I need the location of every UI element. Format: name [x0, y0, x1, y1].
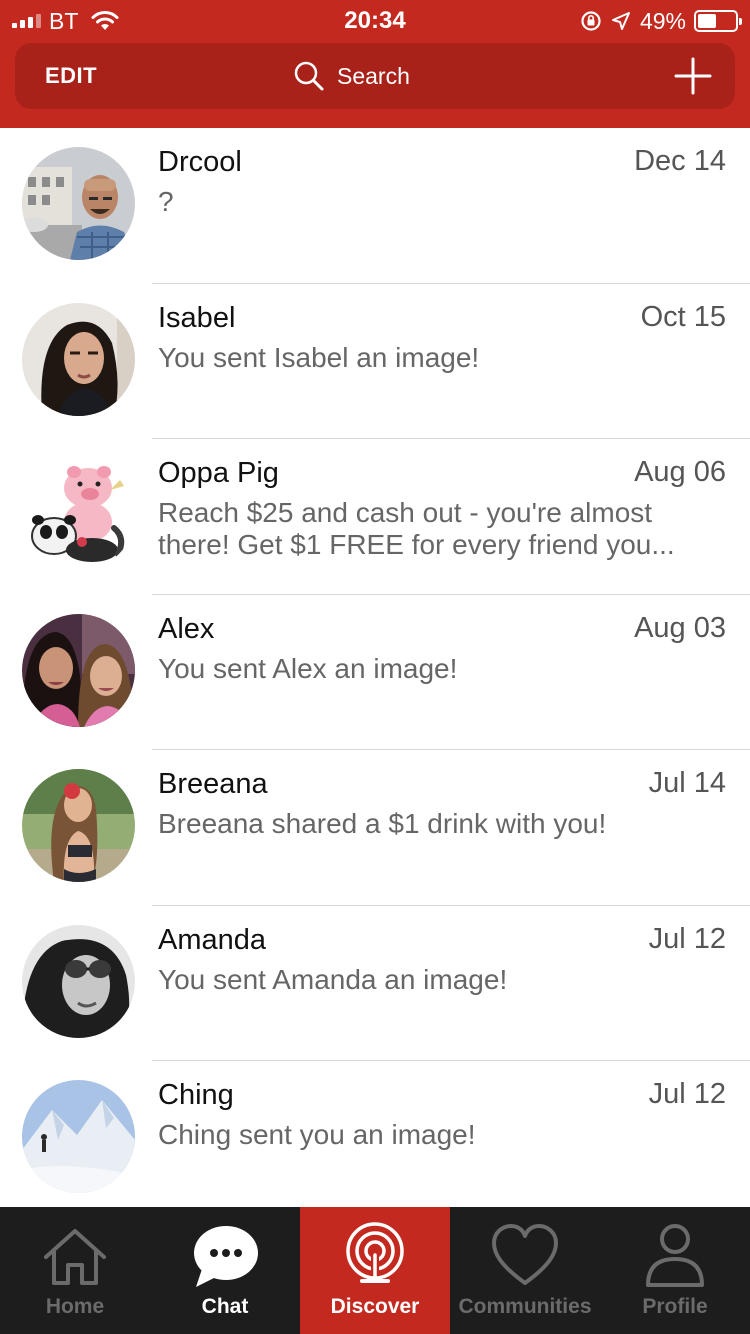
avatar — [22, 613, 135, 727]
chat-name: Ching — [158, 1079, 234, 1111]
battery-icon — [694, 10, 742, 32]
tab-communities[interactable]: Communities — [450, 1207, 600, 1334]
plus-icon[interactable] — [673, 56, 713, 96]
search-label: Search — [337, 62, 410, 89]
chat-preview: ? — [158, 186, 174, 217]
chat-row-drcool[interactable]: Drcool Dec 14 ? — [0, 128, 750, 284]
edit-button[interactable]: EDIT — [45, 43, 97, 109]
chat-date: Aug 03 — [634, 611, 726, 644]
avatar — [22, 458, 135, 571]
avatar — [22, 1080, 135, 1193]
chat-name: Amanda — [158, 923, 267, 956]
chat-preview: You sent Isabel an image! — [158, 341, 480, 373]
tab-chat[interactable]: Chat — [150, 1207, 300, 1334]
tab-label: Discover — [330, 1295, 420, 1318]
status-bar: BT 20:34 49% — [0, 0, 750, 42]
chat-row-ching[interactable]: Ching Jul 12 Ching sent you an image! — [0, 1061, 750, 1207]
chat-row-alex[interactable]: Alex Aug 03 You sent Alex an image! — [0, 595, 750, 750]
chat-name: Isabel — [158, 301, 236, 334]
heart-icon — [492, 1224, 558, 1285]
chat-bubble-icon — [194, 1226, 258, 1287]
chat-row-oppa-pig[interactable]: Oppa Pig Aug 06 Reach $25 and cash out -… — [0, 439, 750, 595]
orientation-lock-icon — [581, 11, 601, 31]
avatar — [22, 147, 135, 260]
chat-preview: You sent Alex an image! — [158, 652, 458, 684]
tab-discover[interactable]: Discover — [300, 1207, 450, 1334]
chat-name: Breeana — [158, 768, 268, 800]
tab-label: Profile — [642, 1295, 708, 1318]
search-button[interactable]: Search — [293, 43, 410, 109]
tab-label: Home — [45, 1295, 105, 1318]
chat-row-isabel[interactable]: Isabel Oct 15 You sent Isabel an image! — [0, 284, 750, 439]
chat-date: Oct 15 — [640, 300, 726, 333]
avatar — [22, 302, 135, 416]
status-right: 49% — [580, 6, 742, 36]
chat-preview: Ching sent you an image! — [158, 1119, 476, 1150]
tab-bar: Home Chat Discover Communities Profile — [0, 1207, 750, 1334]
chat-preview: Breeana shared a $1 drink with you! — [158, 808, 607, 839]
chat-preview: You sent Amanda an image! — [158, 963, 508, 995]
chat-list: Drcool Dec 14 ? Isabel Oct 15 You sent I… — [0, 128, 750, 1207]
home-icon — [44, 1229, 106, 1285]
chat-name: Alex — [158, 612, 215, 645]
nav-bar: EDIT Search — [15, 43, 735, 109]
app-header: BT 20:34 49% EDIT Search — [0, 0, 750, 128]
tab-profile[interactable]: Profile — [600, 1207, 750, 1334]
broadcast-icon — [346, 1222, 404, 1283]
person-icon — [646, 1224, 704, 1287]
tab-label: Chat — [201, 1295, 249, 1318]
chat-date: Dec 14 — [634, 145, 726, 177]
avatar — [22, 924, 135, 1038]
location-arrow-icon — [611, 12, 630, 30]
search-icon — [294, 61, 324, 91]
tab-home[interactable]: Home — [0, 1207, 150, 1334]
chat-name: Oppa Pig — [158, 457, 279, 489]
chat-date: Jul 12 — [648, 922, 726, 955]
chat-row-breeana[interactable]: Breeana Jul 14 Breeana shared a $1 drink… — [0, 750, 750, 906]
chat-date: Jul 14 — [648, 767, 726, 799]
avatar — [22, 769, 135, 882]
chat-row-amanda[interactable]: Amanda Jul 12 You sent Amanda an image! — [0, 906, 750, 1061]
chat-preview: Reach $25 and cash out - you're almost t… — [158, 497, 675, 560]
chat-date: Aug 06 — [634, 456, 726, 488]
chat-name: Drcool — [158, 146, 242, 178]
battery-percent: 49% — [639, 7, 686, 34]
chat-date: Jul 12 — [648, 1078, 726, 1110]
tab-label: Communities — [458, 1295, 592, 1318]
